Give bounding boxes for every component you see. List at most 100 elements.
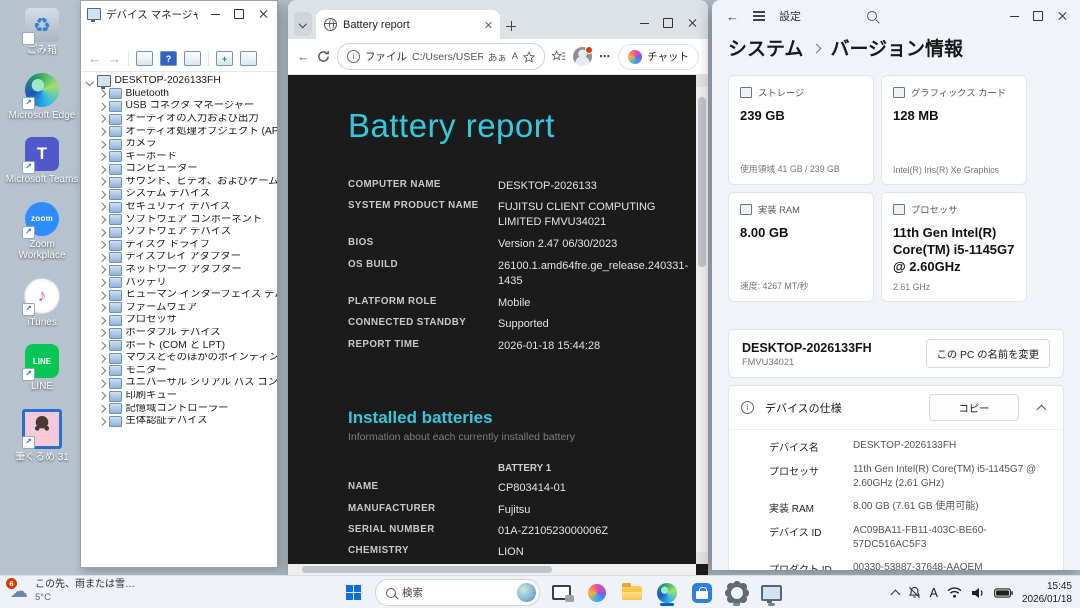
scan-hardware-changes-icon[interactable]: + [216, 51, 233, 66]
copy-button[interactable]: コピー [929, 394, 1019, 421]
chevron-collapsed-icon[interactable] [97, 165, 106, 174]
chevron-collapsed-icon[interactable] [97, 367, 106, 375]
tree-node[interactable]: ディスク ドライブ [85, 239, 277, 252]
back-icon[interactable]: ← [297, 50, 310, 63]
tree-node[interactable]: ファームウェア [85, 302, 277, 315]
reload-icon[interactable] [317, 50, 330, 63]
desktop-icon[interactable]: ↗ Microsoft Edge [5, 72, 79, 122]
chevron-collapsed-icon[interactable] [97, 241, 106, 249]
tree-node[interactable]: ディスプレイ アダプター [85, 251, 277, 264]
settings-taskbar-button[interactable] [723, 579, 750, 606]
tree-node[interactable]: オーディオ処理オブジェクト (APO) [85, 125, 277, 138]
weather-widget[interactable]: ☁ 6 この先、雨または雪… 5°C [6, 578, 135, 603]
edge-taskbar-button[interactable] [653, 579, 680, 606]
tree-node[interactable]: ユニバーサル シリアル バス コントローラー [85, 377, 277, 390]
tree-node[interactable]: ヒューマン インターフェイス デバイス [85, 289, 277, 302]
tree-node[interactable]: システム デバイス [85, 188, 277, 201]
tree-node[interactable]: オーディオの入力および出力 [85, 113, 277, 126]
chevron-collapsed-icon[interactable] [97, 278, 106, 287]
chevron-collapsed-icon[interactable] [97, 215, 106, 224]
browser-tab[interactable]: Battery report [316, 10, 500, 39]
close-button[interactable] [1050, 6, 1074, 26]
page-info-icon[interactable] [347, 50, 360, 63]
properties-icon[interactable] [184, 51, 201, 66]
maximize-button[interactable] [1026, 6, 1050, 26]
chevron-collapsed-icon[interactable] [97, 392, 106, 401]
minimize-button[interactable] [632, 13, 656, 33]
rename-pc-button[interactable]: この PC の名前を変更 [925, 339, 1050, 368]
legacy-hardware-icon[interactable] [240, 51, 257, 66]
minimize-button[interactable] [203, 4, 227, 24]
tree-node[interactable]: カメラ [85, 138, 277, 151]
desktop-icon[interactable]: zoom ↗ Zoom Workplace [5, 201, 79, 262]
tree-node[interactable]: コンピューター [85, 163, 277, 176]
favorites-hub-icon[interactable] [552, 50, 566, 63]
tree-node[interactable]: 生体認証デバイス [85, 415, 277, 428]
scrollbar-thumb[interactable] [698, 97, 706, 267]
console-tree-icon[interactable] [136, 51, 153, 66]
scroll-down-button[interactable] [696, 552, 708, 564]
breadcrumb-parent[interactable]: システム [728, 34, 803, 61]
copilot-chat-button[interactable]: チャット [618, 43, 699, 70]
scroll-up-button[interactable] [696, 75, 708, 87]
minimize-button[interactable] [1002, 6, 1026, 26]
help-icon[interactable]: ? [160, 51, 177, 66]
back-icon[interactable]: ← [726, 9, 739, 24]
microsoft-store-button[interactable] [688, 579, 715, 606]
chevron-collapsed-icon[interactable] [97, 90, 106, 98]
forward-icon[interactable]: → [108, 52, 121, 65]
chevron-collapsed-icon[interactable] [97, 115, 106, 123]
chevron-collapsed-icon[interactable] [97, 127, 106, 136]
battery-icon[interactable] [994, 587, 1013, 598]
tree-node[interactable]: ネットワーク アダプター [85, 264, 277, 277]
tab-actions-menu-button[interactable] [294, 12, 312, 36]
tree-node[interactable]: プロセッサ [85, 314, 277, 327]
chevron-up-icon[interactable] [1036, 404, 1047, 414]
back-icon[interactable]: ← [88, 52, 101, 65]
chevron-collapsed-icon[interactable] [97, 354, 106, 363]
close-button[interactable] [680, 13, 704, 33]
tree-node[interactable]: USB コネクタ マネージャー [85, 100, 277, 113]
profile-avatar[interactable] [573, 46, 594, 66]
tab-close-icon[interactable] [484, 21, 492, 29]
scrollbar-thumb[interactable] [302, 566, 552, 573]
desktop-icon[interactable]: ♪ ↗ iTunes [5, 277, 79, 329]
chevron-collapsed-icon[interactable] [97, 417, 106, 426]
chevron-collapsed-icon[interactable] [97, 228, 106, 237]
tree-root-row[interactable]: DESKTOP-2026133FH [85, 75, 277, 90]
maximize-button[interactable] [656, 13, 680, 33]
copilot-button[interactable] [583, 579, 610, 606]
chevron-collapsed-icon[interactable] [97, 102, 106, 111]
chevron-collapsed-icon[interactable] [97, 304, 106, 312]
chevron-collapsed-icon[interactable] [97, 316, 106, 325]
chevron-collapsed-icon[interactable] [97, 253, 106, 262]
desktop-icon[interactable]: LINE ↗ LINE [5, 344, 79, 393]
hidden-icons-chevron-icon[interactable] [890, 589, 901, 599]
tree-node[interactable]: ソフトウェア コンポーネント [85, 214, 277, 227]
address-bar[interactable]: ファイル C:/Users/USER/batte... あぁ A [337, 43, 546, 70]
tree-node[interactable]: キーボード [85, 151, 277, 164]
chevron-collapsed-icon[interactable] [97, 152, 106, 161]
device-spec-header[interactable]: デバイスの仕様 コピー [729, 386, 1063, 430]
notifications-muted-icon[interactable] [908, 586, 921, 599]
more-menu-icon[interactable]: ⋯ [599, 50, 611, 63]
maximize-button[interactable] [227, 4, 251, 24]
tree-node[interactable]: セキュリティ デバイス [85, 201, 277, 214]
close-button[interactable] [251, 4, 275, 24]
horizontal-scrollbar[interactable] [288, 564, 696, 575]
chevron-collapsed-icon[interactable] [97, 266, 106, 275]
chevron-collapsed-icon[interactable] [97, 341, 106, 350]
desktop-icon[interactable]: T ↗ Microsoft Teams [5, 137, 79, 186]
chevron-expanded-icon[interactable] [85, 77, 94, 86]
volume-icon[interactable] [971, 587, 985, 599]
tree-node[interactable]: Bluetooth [85, 88, 277, 101]
tree-node[interactable]: ポート (COM と LPT) [85, 339, 277, 352]
tree-node[interactable]: ポータブル デバイス [85, 327, 277, 340]
tree-node[interactable]: モニター [85, 365, 277, 378]
desktop-icon[interactable]: ↗ 筆ぐるめ 31 [5, 408, 79, 464]
chevron-collapsed-icon[interactable] [97, 329, 106, 338]
tree-node[interactable]: ソフトウェア デバイス [85, 226, 277, 239]
navigation-menu-icon[interactable] [753, 11, 765, 21]
chevron-collapsed-icon[interactable] [97, 140, 106, 149]
chevron-collapsed-icon[interactable] [97, 178, 106, 186]
